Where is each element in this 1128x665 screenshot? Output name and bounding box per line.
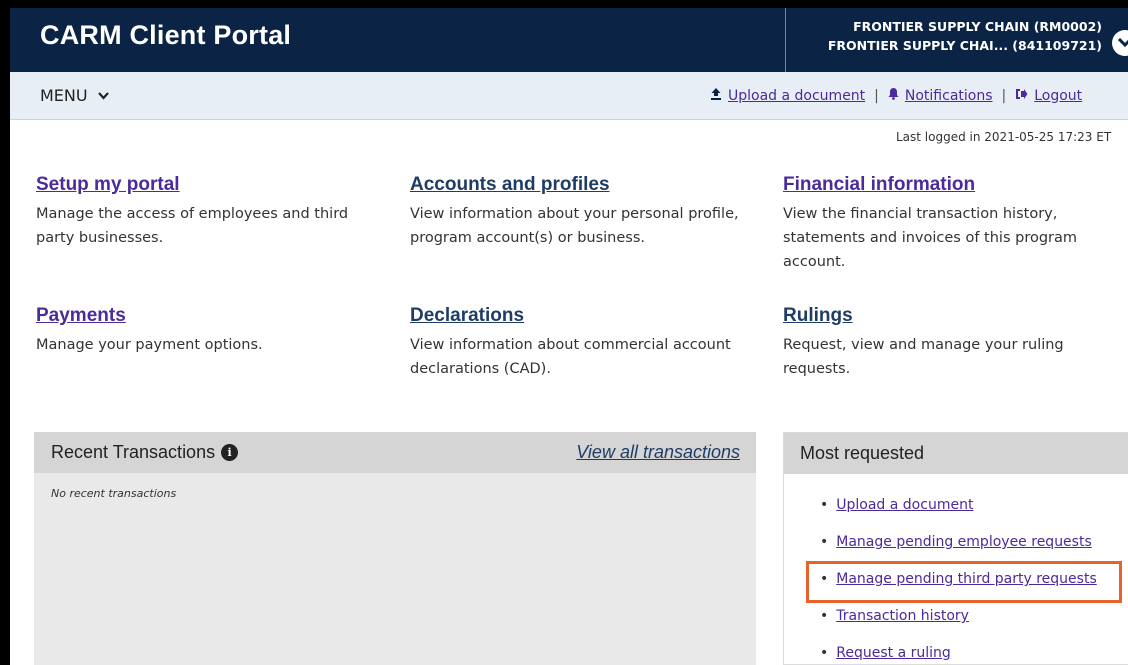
rulings-link[interactable]: Rulings — [783, 305, 853, 327]
list-item: • Upload a document — [820, 497, 1097, 534]
card-description: Manage the access of employees and third… — [36, 206, 349, 246]
bullet: • — [820, 497, 829, 513]
menu-button[interactable]: MENU — [40, 86, 109, 105]
card-setup-portal: Setup my portal Manage the access of emp… — [36, 174, 381, 250]
header-divider — [785, 8, 786, 72]
top-links: Upload a document | Notifications | Logo… — [710, 87, 1082, 104]
bell-icon — [888, 87, 899, 104]
card-description: Request, view and manage your ruling req… — [783, 337, 1064, 377]
menu-label: MENU — [40, 86, 88, 105]
most-requested-panel: Most requested • Upload a document • Manag… — [783, 432, 1128, 665]
recent-transactions-panel: Recent Transactions i View all transacti… — [34, 432, 756, 665]
payments-link[interactable]: Payments — [36, 305, 126, 327]
card-declarations: Declarations View information about comm… — [410, 305, 755, 381]
transaction-history-link[interactable]: Transaction history — [836, 608, 969, 624]
last-logged-text: Last logged in 2021-05-25 17:23 ET — [896, 130, 1112, 144]
account-line-2: FRONTIER SUPPLY CHAI... (841109721) — [827, 38, 1102, 53]
account-selector[interactable]: FRONTIER SUPPLY CHAIN (RM0002) FRONTIER … — [802, 17, 1102, 55]
notifications-link[interactable]: Notifications — [905, 88, 993, 104]
most-requested-header: Most requested — [784, 433, 1128, 474]
menu-bar: MENU Upload a document | Notifications |… — [10, 72, 1128, 120]
info-icon[interactable]: i — [221, 444, 239, 461]
bullet: • — [820, 534, 829, 550]
link-separator: | — [874, 87, 879, 104]
chevron-down-icon — [97, 92, 109, 100]
logout-icon — [1015, 88, 1028, 104]
highlight-box — [806, 561, 1122, 603]
card-description: View information about your personal pro… — [410, 206, 739, 246]
app-title: CARM Client Portal — [40, 20, 292, 50]
card-accounts-profiles: Accounts and profiles View information a… — [410, 174, 755, 250]
empty-state-text: No recent transactions — [51, 487, 177, 500]
recent-transactions-title-wrap: Recent Transactions i — [51, 442, 239, 463]
card-description: Manage your payment options. — [36, 337, 263, 353]
list-item: • Request a ruling — [820, 645, 1097, 665]
chevron-down-icon — [1118, 38, 1128, 48]
card-description: View information about commercial accoun… — [410, 337, 731, 377]
recent-transactions-header: Recent Transactions i View all transacti… — [34, 432, 756, 473]
bullet: • — [820, 645, 829, 661]
most-requested-title: Most requested — [800, 443, 925, 463]
upload-document-quick-link[interactable]: Upload a document — [836, 497, 973, 513]
link-separator: | — [1001, 87, 1007, 104]
setup-portal-link[interactable]: Setup my portal — [36, 174, 180, 196]
list-item: • Transaction history — [820, 608, 1097, 645]
upload-document-link[interactable]: Upload a document — [728, 88, 865, 104]
financial-information-link[interactable]: Financial information — [783, 174, 975, 196]
card-payments: Payments Manage your payment options. — [36, 305, 381, 357]
request-ruling-link[interactable]: Request a ruling — [836, 645, 951, 661]
portal-header: CARM Client Portal FRONTIER SUPPLY CHAIN… — [10, 8, 1128, 72]
window-frame-top — [0, 0, 1128, 8]
account-dropdown-button[interactable] — [1112, 30, 1128, 56]
recent-transactions-title: Recent Transactions — [51, 442, 216, 462]
view-all-transactions-link[interactable]: View all transactions — [576, 442, 740, 463]
window-frame-left — [0, 0, 10, 665]
declarations-link[interactable]: Declarations — [410, 305, 524, 327]
account-line-1: FRONTIER SUPPLY CHAIN (RM0002) — [853, 19, 1102, 34]
card-financial-information: Financial information View the financial… — [783, 174, 1128, 274]
card-description: View the financial transaction history, … — [783, 206, 1078, 270]
pending-employee-requests-link[interactable]: Manage pending employee requests — [836, 534, 1092, 550]
card-rulings: Rulings Request, view and manage your ru… — [783, 305, 1128, 381]
bullet: • — [820, 608, 829, 624]
accounts-profiles-link[interactable]: Accounts and profiles — [410, 174, 610, 196]
logout-link[interactable]: Logout — [1034, 88, 1082, 104]
upload-icon — [710, 87, 722, 104]
